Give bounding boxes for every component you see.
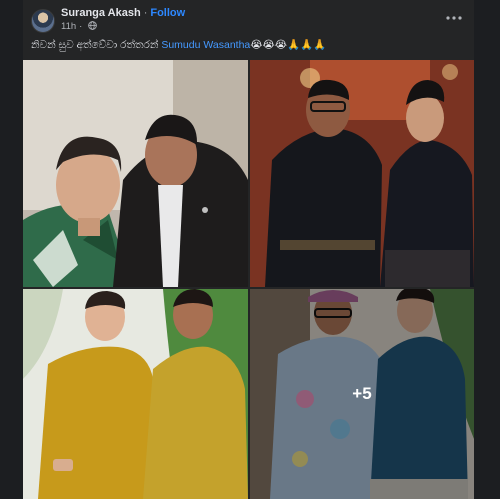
more-photos-count-label: +5: [352, 384, 372, 403]
separator-dot: ·: [143, 7, 148, 19]
author-name[interactable]: Suranga Akash: [61, 7, 141, 19]
post-header: Suranga Akash · Follow 11h ·: [23, 0, 474, 38]
mention-link[interactable]: Sumudu Wasantha: [161, 39, 250, 51]
photo-grid: +5: [23, 60, 474, 499]
photo-1-image: [23, 60, 248, 287]
post-caption: නිවන් සුව අත්වේවා රත්තරන් Sumudu Wasanth…: [31, 38, 466, 52]
photo-2-image: [250, 60, 474, 287]
author-line: Suranga Akash · Follow: [61, 7, 185, 19]
more-options-icon[interactable]: [444, 8, 464, 26]
photo-2[interactable]: [250, 60, 474, 287]
photo-1[interactable]: [23, 60, 248, 287]
follow-button[interactable]: Follow: [150, 7, 185, 19]
author-avatar[interactable]: [31, 9, 55, 33]
photo-3-image: [23, 289, 248, 499]
caption-text: නිවන් සුව අත්වේවා රත්තරන්: [31, 39, 162, 51]
meta-separator-dot: ·: [79, 21, 83, 32]
globe-icon: [88, 21, 98, 33]
facebook-post-card: Suranga Akash · Follow 11h · නිවන් සුව අත්ව…: [23, 0, 474, 499]
post-timestamp[interactable]: 11h: [61, 21, 76, 32]
post-meta: 11h ·: [61, 21, 98, 33]
caption-emojis: 😭😭😭🙏🙏🙏: [250, 39, 327, 51]
more-photos-count[interactable]: +5: [250, 289, 474, 499]
photo-3[interactable]: [23, 289, 248, 499]
photo-4[interactable]: +5: [250, 289, 474, 499]
